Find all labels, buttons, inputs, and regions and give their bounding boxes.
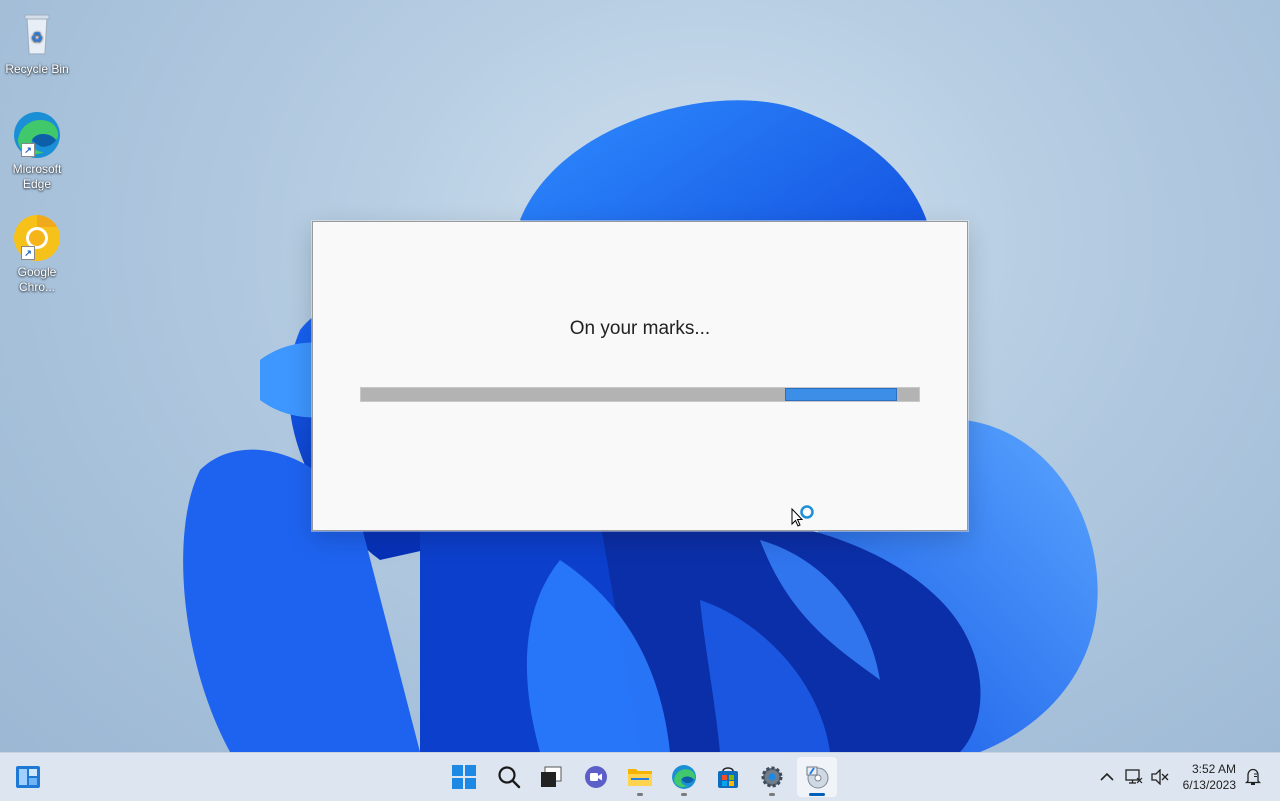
installer-button[interactable] [797, 757, 837, 797]
widgets-button[interactable] [8, 757, 48, 797]
running-indicator [681, 793, 687, 796]
search-button[interactable] [489, 757, 529, 797]
desktop-icon-google-chrome[interactable]: ↗ Google Chro... [2, 213, 72, 295]
recycle-bin-icon: ♻ [12, 10, 62, 60]
shortcut-arrow-icon: ↗ [21, 143, 35, 157]
file-explorer-icon [628, 769, 652, 786]
search-icon [498, 766, 521, 789]
volume-muted-icon [1151, 769, 1169, 785]
chat-button[interactable] [576, 757, 616, 797]
chrome-icon: ↗ [12, 213, 62, 263]
svg-text:♻: ♻ [31, 30, 44, 46]
settings-icon [761, 766, 783, 788]
start-button[interactable] [444, 757, 484, 797]
running-indicator [769, 793, 775, 796]
settings-button[interactable] [752, 757, 792, 797]
edge-icon: ↗ [12, 110, 62, 160]
notification-button[interactable] [1243, 767, 1263, 787]
clock[interactable]: 3:52 AM 6/13/2023 [1183, 761, 1236, 793]
installer-icon [806, 766, 829, 789]
setup-dialog: On your marks... [312, 221, 968, 531]
store-icon [718, 767, 738, 788]
volume-button[interactable] [1150, 767, 1170, 787]
network-button[interactable] [1124, 767, 1144, 787]
desktop-icon-label: Recycle Bin [5, 62, 69, 76]
notification-icon [1245, 768, 1261, 785]
progress-bar-fill [785, 388, 897, 401]
edge-taskbar-button[interactable] [664, 757, 704, 797]
active-indicator [809, 793, 825, 796]
busy-cursor-icon [791, 505, 814, 527]
taskbar: 3:52 AM 6/13/2023 [0, 752, 1280, 801]
desktop-icon-label: Google Chro... [17, 265, 57, 294]
show-hidden-icons-button[interactable] [1097, 767, 1117, 787]
running-indicator [637, 793, 643, 796]
file-explorer-button[interactable] [620, 757, 660, 797]
progress-bar [360, 387, 920, 402]
task-view-button[interactable] [531, 757, 571, 797]
shortcut-arrow-icon: ↗ [21, 246, 35, 260]
clock-date: 6/13/2023 [1182, 778, 1236, 792]
edge-icon [672, 765, 696, 789]
dialog-message: On your marks... [569, 318, 711, 339]
start-icon [452, 765, 476, 789]
store-button[interactable] [708, 757, 748, 797]
widgets-icon [16, 766, 40, 788]
desktop-icon-microsoft-edge[interactable]: ↗ Microsoft Edge [2, 110, 72, 192]
chevron-up-icon [1100, 772, 1114, 781]
desktop-icon-label: Microsoft Edge [12, 162, 62, 191]
desktop-icon-recycle-bin[interactable]: ♻ Recycle Bin [2, 10, 72, 77]
chat-icon [585, 766, 607, 788]
network-icon [1125, 769, 1143, 784]
task-view-icon [541, 766, 562, 787]
clock-time: 3:52 AM [1191, 762, 1236, 776]
